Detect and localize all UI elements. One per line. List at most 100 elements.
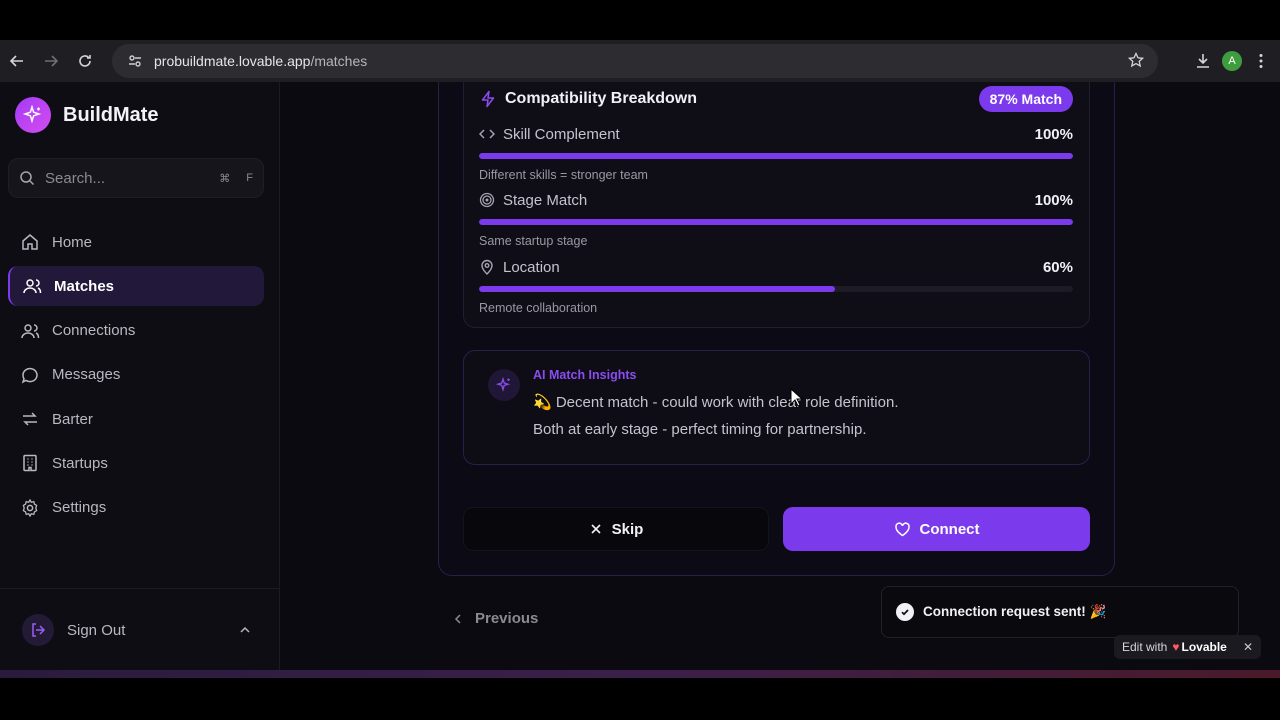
check-circle-icon: [896, 603, 914, 621]
back-button[interactable]: [0, 44, 34, 78]
forward-button[interactable]: [34, 44, 68, 78]
compatibility-header: Compatibility Breakdown 87% Match: [479, 86, 1073, 112]
progress-bar: [479, 153, 1073, 159]
search-input[interactable]: Search... ⌘ F: [8, 158, 264, 198]
users-icon: [23, 279, 42, 294]
sidebar-item-label: Home: [52, 233, 93, 251]
metric-label: Location: [503, 258, 560, 276]
connect-button[interactable]: Connect: [783, 507, 1090, 551]
heart-icon: [894, 521, 910, 536]
ai-insights-card: AI Match Insights 💫 Decent match - could…: [463, 350, 1090, 465]
search-icon: [20, 171, 35, 186]
sign-out-button[interactable]: Sign Out: [22, 614, 252, 646]
sidebar-item-label: Connections: [52, 322, 136, 340]
home-icon: [22, 234, 38, 250]
progress-fill: [479, 219, 1073, 225]
progress-fill: [479, 153, 1073, 159]
chevron-up-icon[interactable]: [238, 623, 252, 637]
more-vert-icon[interactable]: [1252, 52, 1270, 70]
sidebar-item-label: Messages: [52, 366, 121, 384]
url-path: /matches: [310, 53, 368, 69]
building-icon: [23, 455, 37, 472]
insight-line-2: Both at early stage - perfect timing for…: [533, 421, 867, 438]
close-icon[interactable]: ✕: [1243, 640, 1253, 654]
download-icon[interactable]: [1194, 52, 1212, 70]
sparkles-icon: [15, 97, 51, 133]
arrow-right-icon: [45, 55, 59, 67]
skip-label: Skip: [611, 520, 644, 538]
metric-description: Remote collaboration: [479, 301, 598, 315]
sidebar-item-label: Barter: [52, 410, 93, 428]
sidebar: BuildMate Search... ⌘ F Home Matches Con…: [0, 82, 280, 670]
sidebar-item-label: Settings: [52, 499, 107, 517]
insights-title: AI Match Insights: [533, 368, 637, 382]
sidebar-item-home[interactable]: Home: [8, 222, 264, 262]
match-percentage-badge: 87% Match: [978, 86, 1073, 112]
shortcut-key-cmd: ⌘: [219, 172, 231, 185]
sidebar-item-barter[interactable]: Barter: [8, 399, 264, 439]
previous-label: Previous: [475, 610, 539, 627]
map-pin-icon: [481, 259, 493, 275]
compatibility-title: Compatibility Breakdown: [505, 90, 698, 107]
progress-fill: [479, 286, 836, 292]
metric-location: Location 60% Remote collaboration: [479, 257, 1073, 315]
skip-button[interactable]: Skip: [463, 507, 769, 551]
metric-stage-match: Stage Match 100% Same startup stage: [479, 190, 1073, 248]
sidebar-item-messages[interactable]: Messages: [8, 355, 264, 395]
metric-label: Stage Match: [503, 191, 588, 209]
reload-button[interactable]: [68, 44, 102, 78]
chevron-left-icon: [454, 613, 461, 624]
metric-value: 100%: [1034, 125, 1073, 143]
metric-description: Same startup stage: [479, 234, 588, 248]
arrow-left-icon: [9, 55, 23, 67]
lovable-prefix: Edit with: [1122, 640, 1168, 654]
app-name: BuildMate: [63, 103, 159, 126]
url-text: probuildmate.lovable.app/matches: [154, 53, 367, 69]
users-icon: [21, 323, 40, 338]
gear-icon: [22, 498, 38, 518]
sidebar-item-label: Matches: [54, 277, 115, 295]
metric-label: Skill Complement: [503, 125, 620, 143]
lightning-icon: [481, 90, 495, 108]
address-bar[interactable]: probuildmate.lovable.app/matches: [112, 44, 1158, 78]
profile-avatar[interactable]: A: [1222, 51, 1242, 71]
url-host: probuildmate.lovable.app: [154, 53, 311, 69]
toast-notification: Connection request sent! 🎉: [881, 586, 1239, 638]
close-icon: [591, 524, 601, 534]
search-placeholder: Search...: [45, 169, 106, 187]
target-icon: [479, 192, 495, 208]
app-logo[interactable]: BuildMate: [15, 97, 159, 133]
sidebar-divider: [0, 588, 280, 589]
browser-actions: A: [1194, 40, 1280, 82]
browser-toolbar: probuildmate.lovable.app/matches A: [0, 40, 1280, 82]
sidebar-item-label: Startups: [52, 454, 108, 472]
metric-value: 60%: [1042, 258, 1073, 276]
progress-bar: [479, 219, 1073, 225]
message-icon: [21, 367, 38, 384]
logout-icon: [22, 614, 54, 646]
bookmark-star-icon[interactable]: [1127, 51, 1145, 73]
screen-bottom-margin: [0, 670, 1280, 720]
code-icon: [479, 129, 495, 139]
lovable-heart-icon: ♥: [1172, 640, 1180, 654]
main-content: Compatibility Breakdown 87% Match Skill …: [281, 82, 1280, 670]
sidebar-item-connections[interactable]: Connections: [8, 311, 264, 351]
sidebar-item-matches[interactable]: Matches: [8, 266, 264, 307]
metric-description: Different skills = stronger team: [479, 168, 648, 182]
site-info-icon[interactable]: [120, 53, 150, 69]
sidebar-item-settings[interactable]: Settings: [8, 488, 264, 528]
swap-icon: [23, 412, 37, 426]
lovable-badge[interactable]: Edit with ♥ Lovable ✕: [1114, 635, 1261, 659]
shortcut-key-f: F: [246, 172, 253, 184]
insight-line-1: 💫 Decent match - could work with clear r…: [533, 394, 899, 411]
app-window: BuildMate Search... ⌘ F Home Matches Con…: [0, 82, 1280, 670]
lovable-brand: Lovable: [1181, 640, 1227, 654]
sidebar-item-startups[interactable]: Startups: [8, 443, 264, 483]
metric-skill-complement: Skill Complement 100% Different skills =…: [479, 124, 1073, 182]
previous-button[interactable]: Previous: [453, 610, 538, 627]
sign-out-label: Sign Out: [67, 621, 126, 639]
taskbar-strip: [0, 670, 1280, 678]
mouse-cursor-icon: [790, 388, 804, 407]
sparkles-icon: [488, 369, 520, 401]
progress-bar: [479, 286, 1073, 292]
